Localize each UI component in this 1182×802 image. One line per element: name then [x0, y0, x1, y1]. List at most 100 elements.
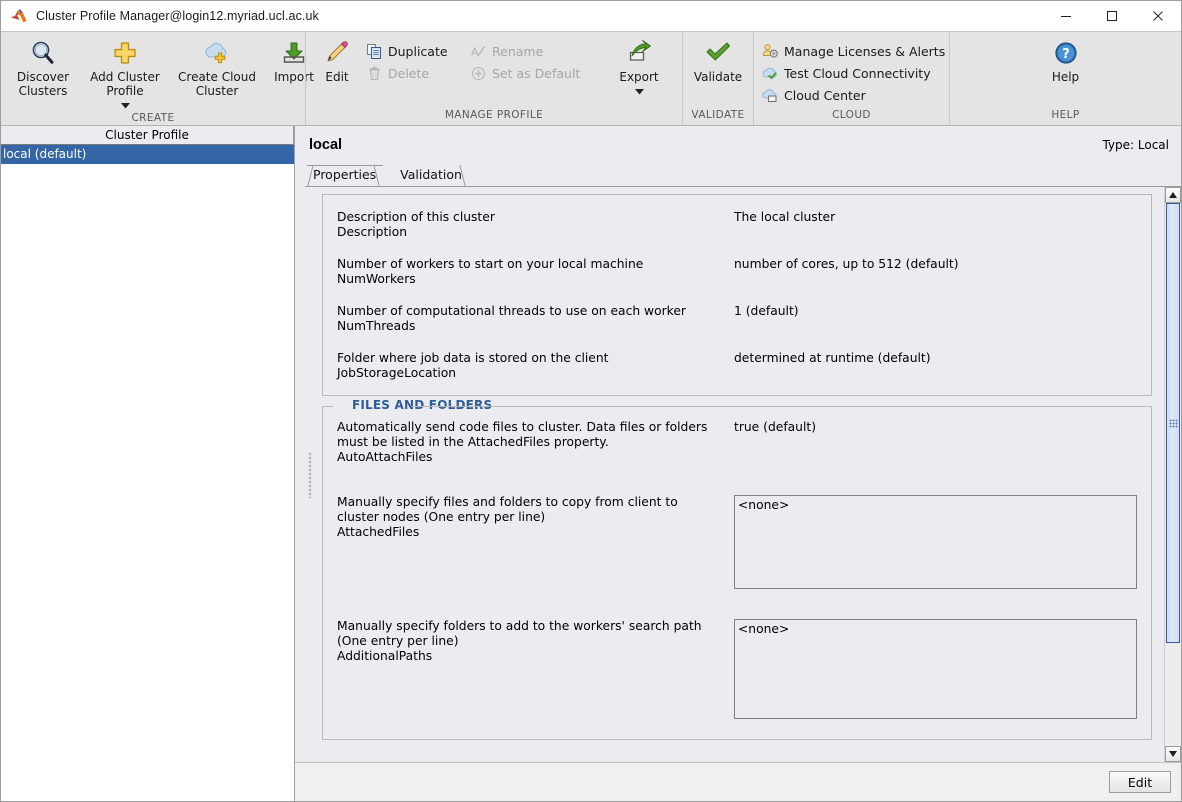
property-value: true (default): [734, 420, 817, 434]
duplicate-label: Duplicate: [388, 43, 448, 59]
plus-plate-icon: [112, 38, 138, 68]
window-controls: [1043, 1, 1181, 31]
manage-licenses-alerts-button[interactable]: Manage Licenses & Alerts: [759, 40, 949, 62]
cloud-plus-icon: [202, 38, 232, 68]
set-as-default-label: Set as Default: [492, 65, 581, 81]
chevron-down-icon[interactable]: [120, 98, 130, 112]
profile-detail-pane: local Type: Local Properties Validation: [295, 126, 1181, 801]
property-desc-text: Description of this cluster: [337, 210, 495, 224]
magnifier-icon: [29, 38, 57, 68]
property-desc-text: Number of workers to start on your local…: [337, 257, 644, 271]
detail-footer: Edit: [295, 762, 1181, 801]
profile-type-label: Type: Local: [1102, 138, 1169, 152]
property-name-text: JobStorageLocation: [337, 366, 457, 380]
help-label: Help: [1051, 70, 1080, 84]
property-description: Number of computational threads to use o…: [337, 304, 722, 334]
duplicate-button[interactable]: Duplicate: [363, 40, 467, 62]
additional-paths-input[interactable]: <none>: [734, 619, 1137, 719]
create-cloud-cluster-button[interactable]: Create Cloud Cluster: [170, 36, 264, 98]
property-row: Manually specify folders to add to the w…: [337, 599, 1137, 729]
set-as-default-button[interactable]: Set as Default: [467, 62, 607, 84]
ribbon-group-help: ? Help HELP: [949, 32, 1181, 125]
property-row: Manually specify files and folders to co…: [337, 475, 1137, 599]
help-button[interactable]: ? Help: [1040, 36, 1092, 84]
duplicate-icon: [366, 43, 382, 59]
pencil-icon: [324, 38, 350, 68]
validate-button[interactable]: Validate: [684, 36, 752, 84]
scroll-down-button[interactable]: [1165, 746, 1181, 762]
cluster-profile-header: Cluster Profile: [1, 126, 294, 145]
property-description: Manually specify folders to add to the w…: [337, 619, 722, 719]
tab-bar: Properties Validation: [295, 164, 1181, 186]
cloud-center-icon: [762, 87, 778, 103]
create-cloud-cluster-label: Create Cloud Cluster: [178, 70, 256, 98]
cloud-column: Manage Licenses & Alerts Test Cloud Conn…: [759, 36, 949, 106]
delete-label: Delete: [388, 65, 430, 81]
property-value: number of cores, up to 512 (default): [734, 257, 959, 271]
ribbon-group-manage-profile: Edit Duplicate Delete A Rename Set as De…: [305, 32, 682, 125]
manage-profile-column-1: Duplicate Delete: [363, 36, 467, 84]
scrollbar-track[interactable]: [1165, 203, 1181, 746]
maximize-button[interactable]: [1089, 1, 1135, 31]
minimize-button[interactable]: [1043, 1, 1089, 31]
vertical-scrollbar[interactable]: [1164, 187, 1181, 762]
scroll-up-button[interactable]: [1165, 187, 1181, 203]
property-name-text: AdditionalPaths: [337, 649, 433, 663]
delete-button[interactable]: Delete: [363, 62, 467, 84]
test-cloud-connectivity-label: Test Cloud Connectivity: [784, 65, 931, 81]
list-item-local-default[interactable]: local (default): [1, 145, 294, 164]
validate-label: Validate: [693, 70, 743, 84]
title-bar-left: Cluster Profile Manager@login12.myriad.u…: [1, 8, 319, 24]
edit-profile-button[interactable]: Edit: [1109, 771, 1171, 793]
manage-licenses-alerts-label: Manage Licenses & Alerts: [784, 43, 946, 59]
help-question-icon: ?: [1054, 38, 1078, 68]
properties-scroll-area: Description of this cluster Description …: [315, 187, 1164, 762]
attached-files-input[interactable]: <none>: [734, 495, 1137, 589]
export-label: Export: [619, 70, 659, 84]
edit-button[interactable]: Edit: [311, 36, 363, 84]
cloud-center-button[interactable]: Cloud Center: [759, 84, 949, 106]
property-row: Number of computational threads to use o…: [337, 297, 1137, 344]
discover-clusters-label: Discover Clusters: [16, 70, 70, 98]
set-default-icon: [470, 65, 486, 81]
scrollbar-thumb[interactable]: [1166, 203, 1180, 643]
rename-button[interactable]: A Rename: [467, 40, 607, 62]
ribbon-group-label-help: HELP: [1051, 109, 1080, 121]
add-cluster-profile-button[interactable]: Add Cluster Profile: [80, 36, 170, 112]
general-properties-card: Description of this cluster Description …: [322, 194, 1152, 396]
rename-icon: A: [470, 43, 486, 59]
discover-clusters-button[interactable]: Discover Clusters: [6, 36, 80, 98]
edit-label: Edit: [325, 70, 349, 84]
cluster-profile-list[interactable]: local (default): [1, 145, 294, 801]
split-divider[interactable]: [305, 187, 315, 762]
rename-label: Rename: [492, 43, 544, 59]
property-description: Description of this cluster Description: [337, 210, 722, 240]
cluster-profile-manager-window: Cluster Profile Manager@login12.myriad.u…: [0, 0, 1182, 802]
add-cluster-profile-label: Add Cluster Profile: [90, 70, 160, 98]
property-row: Folder where job data is stored on the c…: [337, 344, 1137, 383]
property-description: Number of workers to start on your local…: [337, 257, 722, 287]
export-button[interactable]: Export: [607, 36, 671, 98]
page-title: local: [309, 137, 343, 153]
chevron-down-icon[interactable]: [634, 84, 644, 98]
tab-properties[interactable]: Properties: [297, 165, 390, 186]
test-cloud-connectivity-button[interactable]: Test Cloud Connectivity: [759, 62, 949, 84]
check-icon: [704, 38, 732, 68]
tab-properties-label: Properties: [313, 167, 377, 182]
main-body: Cluster Profile local (default) local Ty…: [1, 126, 1181, 801]
title-bar: Cluster Profile Manager@login12.myriad.u…: [1, 1, 1181, 31]
property-value: 1 (default): [734, 304, 799, 318]
split-divider-grip: [308, 451, 312, 498]
property-description: Manually specify files and folders to co…: [337, 495, 722, 589]
group-border-top: FILES AND FOLDERS: [337, 398, 1137, 412]
license-person-icon: [762, 43, 778, 59]
close-button[interactable]: [1135, 1, 1181, 31]
manage-profile-column-2: A Rename Set as Default: [467, 36, 607, 84]
property-name-text: AttachedFiles: [337, 525, 420, 539]
property-name-text: NumWorkers: [337, 272, 416, 286]
property-name-text: AutoAttachFiles: [337, 450, 433, 464]
property-desc-text: Folder where job data is stored on the c…: [337, 351, 609, 365]
import-arrow-icon: [281, 38, 307, 68]
tab-validation[interactable]: Validation: [392, 165, 476, 186]
matlab-logo-icon: [10, 8, 28, 24]
